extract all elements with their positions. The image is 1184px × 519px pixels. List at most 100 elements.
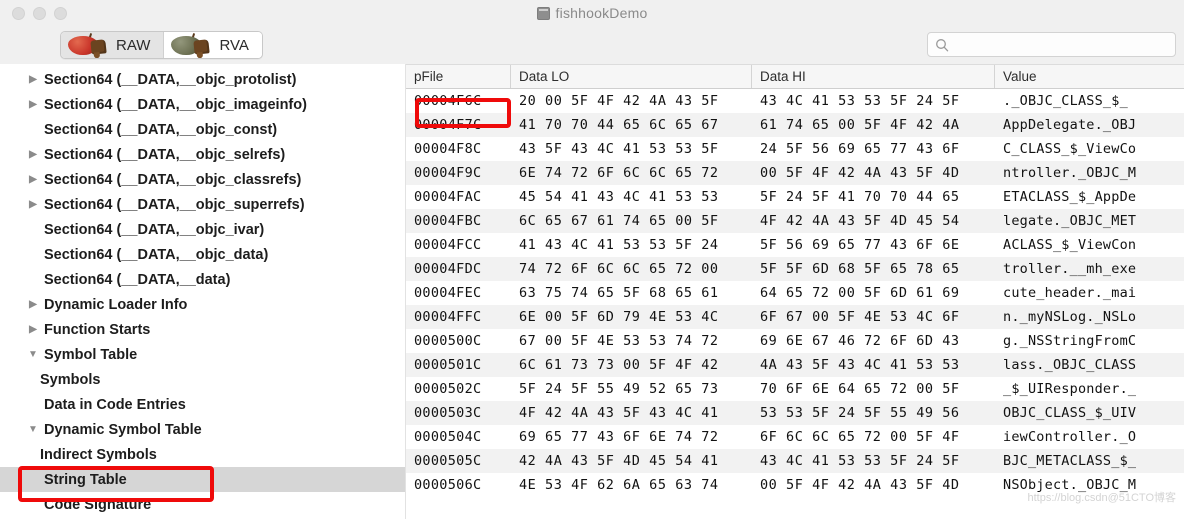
table-row[interactable]: 00004FDC 74 72 6F 6C 6C 65 72 00 5F 5F 6D …	[406, 257, 1184, 281]
table-row[interactable]: 0000502C 5F 24 5F 55 49 52 65 73 70 6F 6E …	[406, 377, 1184, 401]
cell-value: C_CLASS_$_ViewCo	[1003, 141, 1137, 157]
minimize-button[interactable]	[33, 6, 46, 20]
hex-table-pane: pFile Data LO Data HI Value 00004F6C 20 0…	[406, 64, 1184, 519]
sidebar-item[interactable]: ▶ Section64 (__DATA,__objc_imageinfo)	[0, 92, 405, 117]
search-field[interactable]	[927, 32, 1176, 57]
sidebar-item-label: Section64 (__DATA,__data)	[44, 271, 231, 288]
cell-data-hi: 64 65 72 00 5F 6D 61 69	[760, 285, 960, 301]
cell-data-hi: 4A 43 5F 43 4C 41 53 53	[760, 357, 960, 373]
sidebar-item-label: Data in Code Entries	[44, 396, 186, 413]
cell-pfile: 00004F9C	[414, 165, 482, 181]
table-row[interactable]: 00004FAC 45 54 41 43 4C 41 53 53 5F 24 5F …	[406, 185, 1184, 209]
disclosure-collapsed-icon[interactable]: ▶	[22, 199, 44, 210]
table-row[interactable]: 00004FCC 41 43 4C 41 53 53 5F 24 5F 56 69 …	[406, 233, 1184, 257]
sidebar-item-label: Section64 (__DATA,__objc_const)	[44, 121, 278, 138]
disclosure-collapsed-icon[interactable]: ▶	[22, 299, 44, 310]
table-row[interactable]: 0000506C 4E 53 4F 62 6A 65 63 74 00 5F 4F …	[406, 473, 1184, 497]
segment-raw[interactable]: RAW	[61, 32, 164, 58]
cell-data-lo: 45 54 41 43 4C 41 53 53	[519, 189, 719, 205]
sidebar-item[interactable]: ▶ Section64 (__DATA,__objc_classrefs)	[0, 167, 405, 192]
disclosure-collapsed-icon[interactable]: ▶	[22, 99, 44, 110]
window-controls	[0, 6, 67, 20]
sidebar-item-label: Section64 (__DATA,__objc_superrefs)	[44, 196, 305, 213]
cell-data-lo: 5F 24 5F 55 49 52 65 73	[519, 381, 719, 397]
disclosure-none-icon: ▶	[22, 499, 44, 510]
disclosure-expanded-icon[interactable]: ▼	[22, 424, 44, 435]
sidebar-item[interactable]: ▶Data in Code Entries	[0, 392, 405, 417]
disclosure-none-icon: ▶	[22, 274, 44, 285]
cell-value: legate._OBJC_MET	[1003, 213, 1137, 229]
disclosure-expanded-icon[interactable]: ▼	[22, 349, 44, 360]
cell-data-lo: 41 43 4C 41 53 53 5F 24	[519, 237, 719, 253]
sidebar-item[interactable]: ▶Symbols	[0, 367, 405, 392]
search-input[interactable]	[954, 37, 1154, 52]
sidebar-item[interactable]: ▶ Section64 (__DATA,__objc_selrefs)	[0, 142, 405, 167]
sidebar-item-label: Dynamic Loader Info	[44, 296, 188, 313]
close-button[interactable]	[12, 6, 25, 20]
cell-data-hi: 24 5F 56 69 65 77 43 6F	[760, 141, 960, 157]
disclosure-collapsed-icon[interactable]: ▶	[22, 174, 44, 185]
cell-data-hi: 5F 24 5F 41 70 70 44 65	[760, 189, 960, 205]
table-row[interactable]: 0000500C 67 00 5F 4E 53 53 74 72 69 6E 67 …	[406, 329, 1184, 353]
cell-value: ntroller._OBJC_M	[1003, 165, 1137, 181]
cell-pfile: 00004FAC	[414, 189, 482, 205]
table-row[interactable]: 00004FBC 6C 65 67 61 74 65 00 5F 4F 42 4A …	[406, 209, 1184, 233]
raw-rva-segmented-control[interactable]: RAW RVA	[60, 31, 263, 59]
cell-data-lo: 74 72 6F 6C 6C 65 72 00	[519, 261, 719, 277]
sidebar-item[interactable]: ▶ Function Starts	[0, 317, 405, 342]
disclosure-collapsed-icon[interactable]: ▶	[22, 149, 44, 160]
sidebar-item[interactable]: ▶Code Signature	[0, 492, 405, 517]
sidebar-item[interactable]: ▶Section64 (__DATA,__objc_const)	[0, 117, 405, 142]
cell-pfile: 0000505C	[414, 453, 482, 469]
sidebar-item-label: Code Signature	[44, 496, 152, 513]
table-row[interactable]: 00004F7C 41 70 70 44 65 6C 65 67 61 74 65 …	[406, 113, 1184, 137]
sidebar-item[interactable]: ▶ Section64 (__DATA,__objc_superrefs)	[0, 192, 405, 217]
cell-data-lo: 20 00 5F 4F 42 4A 43 5F	[519, 93, 719, 109]
sidebar-item-label: Indirect Symbols	[40, 446, 157, 463]
cell-data-hi: 00 5F 4F 42 4A 43 5F 4D	[760, 165, 960, 181]
cell-data-hi: 70 6F 6E 64 65 72 00 5F	[760, 381, 960, 397]
sidebar-item[interactable]: ▶ Section64 (__DATA,__objc_protolist)	[0, 67, 405, 92]
table-row[interactable]: 00004FEC 63 75 74 65 5F 68 65 61 64 65 72 …	[406, 281, 1184, 305]
sidebar-item[interactable]: ▼ Symbol Table	[0, 342, 405, 367]
sidebar-item[interactable]: ▼ Dynamic Symbol Table	[0, 417, 405, 442]
sidebar-item[interactable]: ▶Section64 (__DATA,__objc_ivar)	[0, 217, 405, 242]
table-row[interactable]: 0000501C 6C 61 73 73 00 5F 4F 42 4A 43 5F …	[406, 353, 1184, 377]
disclosure-none-icon: ▶	[22, 399, 44, 410]
cell-pfile: 00004F7C	[414, 117, 482, 133]
cell-data-lo: 6E 74 72 6F 6C 6C 65 72	[519, 165, 719, 181]
structure-sidebar[interactable]: ▶ Section64 (__DATA,__objc_protolist) ▶ Sec…	[0, 64, 406, 519]
sidebar-item[interactable]: ▶String Table	[0, 467, 405, 492]
search-icon	[936, 38, 949, 51]
table-row[interactable]: 0000505C 42 4A 43 5F 4D 45 54 41 43 4C 41 …	[406, 449, 1184, 473]
cell-pfile: 00004FBC	[414, 213, 482, 229]
sidebar-item-label: String Table	[44, 471, 127, 488]
column-header-value[interactable]: Value	[995, 65, 1184, 88]
table-row[interactable]: 00004FFC 6E 00 5F 6D 79 4E 53 4C 6F 67 00 …	[406, 305, 1184, 329]
disclosure-collapsed-icon[interactable]: ▶	[22, 324, 44, 335]
column-header-data-lo[interactable]: Data LO	[511, 65, 752, 88]
table-row[interactable]: 00004F6C 20 00 5F 4F 42 4A 43 5F 43 4C 41 …	[406, 89, 1184, 113]
sidebar-item[interactable]: ▶Section64 (__DATA,__objc_data)	[0, 242, 405, 267]
sidebar-item[interactable]: ▶Section64 (__DATA,__data)	[0, 267, 405, 292]
table-row[interactable]: 00004F8C 43 5F 43 4C 41 53 53 5F 24 5F 56 …	[406, 137, 1184, 161]
sidebar-item[interactable]: ▶ Dynamic Loader Info	[0, 292, 405, 317]
disclosure-none-icon: ▶	[22, 474, 44, 485]
cell-data-lo: 69 65 77 43 6F 6E 74 72	[519, 429, 719, 445]
table-row[interactable]: 0000504C 69 65 77 43 6F 6E 74 72 6F 6C 6C …	[406, 425, 1184, 449]
table-row[interactable]: 0000503C 4F 42 4A 43 5F 43 4C 41 53 53 5F …	[406, 401, 1184, 425]
cell-data-hi: 43 4C 41 53 53 5F 24 5F	[760, 453, 960, 469]
segment-rva-label: RVA	[219, 36, 249, 54]
sidebar-item-label: Section64 (__DATA,__objc_classrefs)	[44, 171, 302, 188]
cell-value: BJC_METACLASS_$_	[1003, 453, 1137, 469]
sidebar-item[interactable]: ▶Indirect Symbols	[0, 442, 405, 467]
column-header-data-hi[interactable]: Data HI	[752, 65, 995, 88]
segment-rva[interactable]: RVA	[163, 32, 262, 58]
disclosure-none-icon: ▶	[22, 249, 44, 260]
cell-data-hi: 69 6E 67 46 72 6F 6D 43	[760, 333, 960, 349]
zoom-button[interactable]	[54, 6, 67, 20]
column-header-pfile[interactable]: pFile	[406, 65, 511, 88]
table-row[interactable]: 00004F9C 6E 74 72 6F 6C 6C 65 72 00 5F 4F …	[406, 161, 1184, 185]
disclosure-collapsed-icon[interactable]: ▶	[22, 74, 44, 85]
cell-pfile: 00004FCC	[414, 237, 482, 253]
